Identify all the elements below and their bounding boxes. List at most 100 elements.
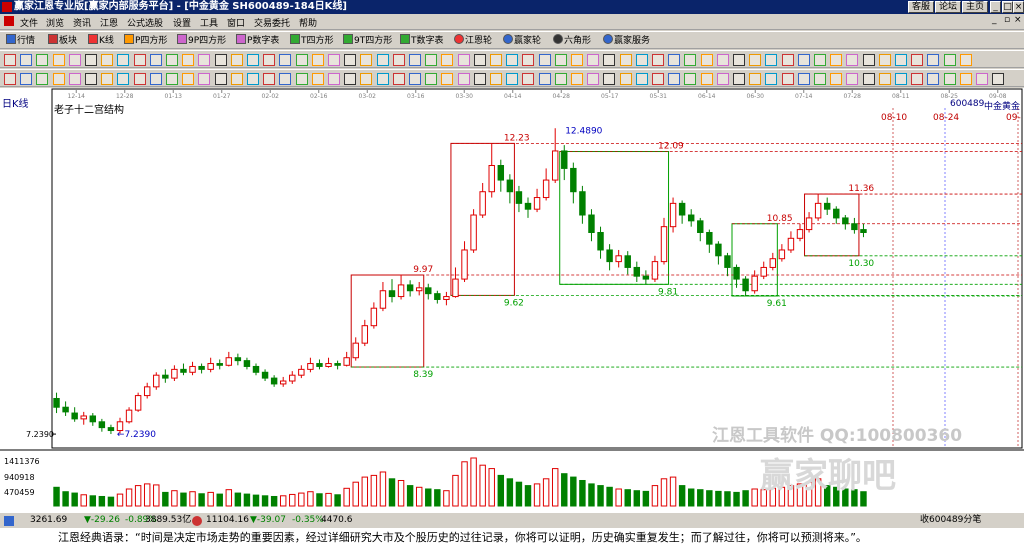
- drawing-tool-icon[interactable]: [230, 54, 243, 66]
- close-icon[interactable]: ×: [1013, 1, 1024, 13]
- drawing-tool-icon[interactable]: [652, 54, 664, 66]
- service-button[interactable]: 客服: [908, 1, 934, 13]
- menu-gann[interactable]: 江恩: [100, 16, 118, 29]
- mdi-min-icon[interactable]: _: [992, 15, 997, 25]
- drawing-tool-icon[interactable]: [490, 54, 502, 66]
- drawing-tool-icon[interactable]: [862, 54, 875, 66]
- drawing-tool-icon[interactable]: [506, 54, 519, 66]
- menu-browse[interactable]: 浏览: [46, 16, 64, 29]
- tb-t-table[interactable]: T数字表: [400, 34, 444, 48]
- drawing-tool-icon[interactable]: [684, 73, 697, 85]
- drawing-tool-icon[interactable]: [279, 54, 292, 66]
- tb-gann-wheel[interactable]: 江恩轮: [454, 34, 492, 48]
- drawing-tool-icon[interactable]: [765, 73, 778, 85]
- drawing-tool-icon[interactable]: [182, 54, 195, 66]
- drawing-tool-icon[interactable]: [360, 54, 373, 66]
- drawing-tool-icon[interactable]: [425, 54, 438, 66]
- menu-help[interactable]: 帮助: [299, 16, 317, 29]
- menu-news[interactable]: 资讯: [73, 16, 91, 29]
- drawing-tool-icon[interactable]: [409, 54, 421, 66]
- drawing-tool-icon[interactable]: [716, 73, 729, 85]
- drawing-tool-icon[interactable]: [943, 73, 956, 85]
- menu-formula[interactable]: 公式选股: [127, 16, 163, 29]
- drawing-tool-icon[interactable]: [101, 73, 114, 85]
- drawing-tool-icon[interactable]: [311, 73, 324, 85]
- drawing-tool-icon[interactable]: [117, 54, 130, 66]
- drawing-tool-icon[interactable]: [198, 73, 211, 85]
- drawing-tool-icon[interactable]: [117, 73, 130, 85]
- drawing-tool-icon[interactable]: [814, 73, 826, 85]
- drawing-tool-icon[interactable]: [4, 54, 16, 66]
- drawing-tool-icon[interactable]: [538, 54, 551, 66]
- minimize-icon[interactable]: _: [990, 1, 1001, 13]
- drawing-tool-icon[interactable]: [554, 73, 567, 85]
- drawing-tool-icon[interactable]: [473, 73, 486, 85]
- kline-chart[interactable]: 12-14 12-28 01-13 01-27 02-02 02-16 03-02 03-16…: [0, 88, 1024, 512]
- drawing-tool-icon[interactable]: [68, 73, 81, 85]
- drawing-tool-icon[interactable]: [85, 73, 97, 85]
- drawing-tool-icon[interactable]: [214, 54, 227, 66]
- menu-settings[interactable]: 设置: [173, 16, 191, 29]
- drawing-tool-icon[interactable]: [538, 73, 551, 85]
- drawing-tool-icon[interactable]: [376, 73, 389, 85]
- drawing-tool-icon[interactable]: [473, 54, 486, 66]
- drawing-tool-icon[interactable]: [392, 73, 405, 85]
- drawing-tool-icon[interactable]: [441, 73, 454, 85]
- drawing-tool-icon[interactable]: [149, 54, 162, 66]
- drawing-tool-icon[interactable]: [263, 73, 276, 85]
- drawing-tool-icon[interactable]: [587, 54, 600, 66]
- drawing-tool-icon[interactable]: [700, 73, 713, 85]
- drawing-tool-icon[interactable]: [749, 73, 762, 85]
- drawing-tool-icon[interactable]: [830, 54, 843, 66]
- drawing-tool-icon[interactable]: [20, 73, 33, 85]
- drawing-tool-icon[interactable]: [133, 73, 146, 85]
- drawing-tool-icon[interactable]: [344, 54, 357, 66]
- drawing-tool-icon[interactable]: [166, 73, 178, 85]
- drawing-tool-icon[interactable]: [976, 73, 988, 85]
- menu-window[interactable]: 窗口: [227, 16, 245, 29]
- drawing-tool-icon[interactable]: [571, 54, 583, 66]
- drawing-tool-icon[interactable]: [409, 73, 421, 85]
- drawing-tool-icon[interactable]: [603, 73, 616, 85]
- tb-service[interactable]: 赢家服务: [603, 34, 650, 48]
- drawing-tool-icon[interactable]: [133, 54, 146, 66]
- drawing-tool-icon[interactable]: [457, 73, 470, 85]
- drawing-tool-icon[interactable]: [862, 73, 875, 85]
- drawing-tool-icon[interactable]: [425, 73, 438, 85]
- drawing-tool-icon[interactable]: [166, 54, 178, 66]
- drawing-tool-icon[interactable]: [733, 73, 745, 85]
- drawing-tool-icon[interactable]: [68, 54, 81, 66]
- drawing-tool-icon[interactable]: [506, 73, 519, 85]
- drawing-tool-icon[interactable]: [149, 73, 162, 85]
- drawing-tool-icon[interactable]: [603, 54, 616, 66]
- drawing-tool-icon[interactable]: [797, 73, 810, 85]
- drawing-tool-icon[interactable]: [943, 54, 956, 66]
- tb-9p-square[interactable]: 9P四方形: [177, 34, 226, 48]
- drawing-tool-icon[interactable]: [911, 54, 924, 66]
- drawing-tool-icon[interactable]: [214, 73, 227, 85]
- drawing-tool-icon[interactable]: [635, 73, 648, 85]
- drawing-tool-icon[interactable]: [814, 54, 826, 66]
- drawing-tool-icon[interactable]: [522, 73, 535, 85]
- drawing-tool-icon[interactable]: [328, 73, 340, 85]
- menu-tools[interactable]: 工具: [200, 16, 218, 29]
- drawing-tool-icon[interactable]: [635, 54, 648, 66]
- drawing-tool-icon[interactable]: [878, 54, 891, 66]
- drawing-tool-icon[interactable]: [765, 54, 778, 66]
- drawing-tool-icon[interactable]: [668, 73, 681, 85]
- drawing-tool-icon[interactable]: [263, 54, 276, 66]
- drawing-tool-icon[interactable]: [846, 54, 859, 66]
- drawing-tool-icon[interactable]: [895, 54, 907, 66]
- drawing-tool-icon[interactable]: [554, 54, 567, 66]
- drawing-tool-icon[interactable]: [441, 54, 454, 66]
- drawing-tool-icon[interactable]: [619, 73, 632, 85]
- drawing-tool-icon[interactable]: [295, 73, 308, 85]
- menu-file[interactable]: 文件: [20, 16, 38, 29]
- mdi-restore-icon[interactable]: ▫: [1004, 15, 1010, 25]
- drawing-tool-icon[interactable]: [344, 73, 357, 85]
- drawing-tool-icon[interactable]: [684, 54, 697, 66]
- mdi-close-icon[interactable]: ×: [1014, 15, 1022, 25]
- drawing-tool-icon[interactable]: [85, 54, 97, 66]
- drawing-tool-icon[interactable]: [668, 54, 681, 66]
- drawing-tool-icon[interactable]: [376, 54, 389, 66]
